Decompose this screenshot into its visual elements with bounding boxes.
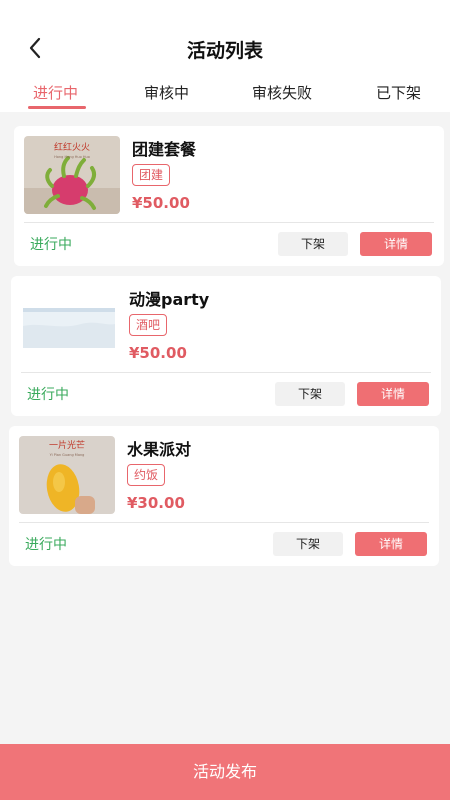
tab-reviewing[interactable]: 审核中 bbox=[144, 82, 189, 103]
activity-thumbnail: 一片光芒 Yi Pian Guang Mang bbox=[19, 436, 115, 514]
details-button[interactable]: 详情 bbox=[355, 532, 427, 556]
card-divider bbox=[21, 372, 431, 373]
activity-card: 红红火火 Hong Hong Huo Huo 团建套餐 团建 ¥50.00 进行… bbox=[14, 126, 444, 266]
thumbnail-subcaption: Yi Pian Guang Mang bbox=[50, 453, 85, 457]
activity-title: 动漫party bbox=[129, 290, 210, 309]
status-label: 进行中 bbox=[27, 387, 69, 403]
delist-button[interactable]: 下架 bbox=[273, 532, 343, 556]
category-tag: 约饭 bbox=[127, 464, 166, 486]
thumbnail-caption: 红红火火 bbox=[54, 141, 90, 153]
details-button[interactable]: 详情 bbox=[357, 382, 429, 406]
header: 活动列表 进行中 审核中 审核失败 已下架 bbox=[0, 0, 450, 112]
details-button[interactable]: 详情 bbox=[360, 232, 432, 256]
card-divider bbox=[19, 522, 429, 523]
status-label: 进行中 bbox=[25, 537, 67, 553]
delist-button[interactable]: 下架 bbox=[278, 232, 348, 256]
tab-bar: 进行中 审核中 审核失败 已下架 bbox=[0, 82, 450, 112]
activity-thumbnail: 红红火火 Hong Hong Huo Huo bbox=[24, 136, 120, 214]
activity-price: ¥50.00 bbox=[132, 194, 190, 212]
activity-thumbnail bbox=[21, 286, 117, 364]
activity-card: 动漫party 酒吧 ¥50.00 进行中 下架 详情 bbox=[11, 276, 441, 416]
category-tag: 酒吧 bbox=[129, 314, 168, 336]
status-label: 进行中 bbox=[30, 237, 72, 253]
tab-ongoing[interactable]: 进行中 bbox=[33, 82, 78, 103]
activity-price: ¥30.00 bbox=[127, 494, 185, 512]
activity-card: 一片光芒 Yi Pian Guang Mang 水果派对 约饭 ¥30.00 进… bbox=[9, 426, 439, 566]
delist-button[interactable]: 下架 bbox=[275, 382, 345, 406]
tab-review-failed[interactable]: 审核失败 bbox=[252, 82, 312, 103]
page-title: 活动列表 bbox=[186, 40, 263, 62]
thumbnail-subcaption: Hong Hong Huo Huo bbox=[54, 155, 90, 159]
thumbnail-caption: 一片光芒 bbox=[49, 439, 85, 451]
active-tab-indicator bbox=[28, 106, 86, 109]
activity-title: 水果派对 bbox=[127, 440, 192, 459]
card-divider bbox=[24, 222, 434, 223]
publish-activity-button[interactable]: 活动发布 bbox=[0, 744, 450, 800]
category-tag: 团建 bbox=[132, 164, 171, 186]
tab-delisted[interactable]: 已下架 bbox=[376, 82, 421, 103]
activity-price: ¥50.00 bbox=[129, 344, 187, 362]
activity-title: 团建套餐 bbox=[132, 140, 197, 159]
